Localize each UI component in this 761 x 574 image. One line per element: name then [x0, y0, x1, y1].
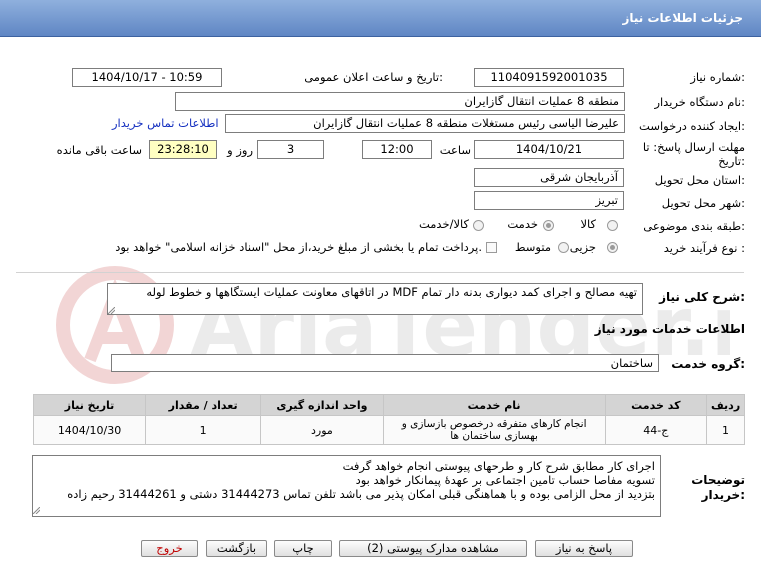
category-label: طبقه بندی موضوعی: — [643, 219, 745, 233]
page-header: جزئیات اطلاعات نیاز — [0, 0, 761, 37]
category-radio-goods[interactable] — [607, 220, 618, 231]
deadline-label-2: تاریخ: — [718, 154, 745, 168]
deadline-date-field: 1404/10/21 — [474, 140, 624, 159]
cell-code: ج-44 — [604, 415, 708, 445]
category-option-goods-service: کالا/خدمت — [418, 217, 469, 231]
exit-button[interactable]: خروج — [141, 540, 198, 557]
buyer-notes-textarea[interactable]: اجرای کار مطابق شرح کار و طرحهای پیوستی … — [32, 455, 661, 517]
deadline-time-field: 12:00 — [362, 140, 432, 159]
divider — [16, 272, 744, 273]
announce-label: تاریخ و ساعت اعلان عمومی: — [304, 70, 443, 84]
cell-qty: 1 — [145, 415, 262, 445]
table-row: 1 ج-44 انجام کارهای متفرقه درخصوص بازساز… — [32, 415, 745, 445]
need-number-field: 1104091592001035 — [474, 68, 624, 87]
col-header-name: نام خدمت — [382, 394, 606, 416]
category-radio-service[interactable] — [543, 220, 554, 231]
process-option-minor: جزیی — [569, 240, 596, 254]
buyer-notes-line: بتزدید از محل الزامی بوده و با هماهنگی ق… — [67, 487, 655, 501]
city-label: شهر محل تحویل: — [661, 196, 745, 210]
cell-date: 1404/10/30 — [32, 415, 147, 445]
province-label: استان محل تحویل: — [654, 173, 745, 187]
service-group-label: گروه خدمت: — [671, 357, 745, 371]
resize-grip-icon[interactable] — [33, 507, 40, 514]
print-button[interactable]: چاپ — [274, 540, 332, 557]
col-header-unit: واحد اندازه گیری — [260, 394, 384, 416]
remaining-label: ساعت باقی مانده — [56, 143, 142, 157]
city-field: تبریز — [474, 191, 624, 210]
treasury-checkbox[interactable] — [486, 242, 497, 253]
buyer-notes-label-2: خریدار: — [701, 488, 745, 502]
creator-field: علیرضا الیاسی رئیس مستغلات منطقه 8 عملیا… — [225, 114, 625, 133]
remaining-time-field: 23:28:10 — [149, 140, 217, 159]
col-header-qty: تعداد / مقدار — [145, 394, 262, 416]
need-number-label: شماره نیاز: — [690, 70, 745, 84]
buyer-notes-line: اجرای کار مطابق شرح کار و طرحهای پیوستی … — [342, 459, 655, 473]
cell-row: 1 — [706, 415, 745, 445]
deadline-time-label: ساعت — [439, 143, 471, 157]
buyer-org-field: منطقه 8 عملیات انتقال گازایران — [175, 92, 625, 111]
reply-button[interactable]: پاسخ به نیاز — [535, 540, 633, 557]
deadline-label: مهلت ارسال پاسخ: تا — [642, 140, 745, 154]
buyer-notes-line: تسویه مفاصا حساب تامین اجتماعی بر عهدهٔ … — [355, 473, 655, 487]
process-radio-minor[interactable] — [607, 242, 618, 253]
announce-field: 1404/10/17 - 10:59 — [72, 68, 222, 87]
services-title: اطلاعات خدمات مورد نیاز — [594, 322, 745, 336]
col-header-code: کد خدمت — [604, 394, 708, 416]
category-option-service: خدمت — [507, 217, 538, 231]
process-label: نوع فرآیند خرید : — [663, 241, 745, 255]
days-label: روز و — [227, 143, 253, 157]
view-attachments-button[interactable]: مشاهده مدارک پیوستی (2) — [339, 540, 527, 557]
buyer-notes-label: توضیحات — [691, 473, 745, 487]
process-radio-medium[interactable] — [558, 242, 569, 253]
process-option-medium: متوسط — [514, 240, 551, 254]
province-field: آذربایجان شرقی — [474, 168, 624, 187]
table-header-row: ردیف کد خدمت نام خدمت واحد اندازه گیری ت… — [32, 394, 745, 416]
days-field: 3 — [257, 140, 324, 159]
buyer-contact-link[interactable]: اطلاعات تماس خریدار — [112, 116, 219, 130]
service-group-field: ساختمان — [111, 354, 659, 372]
cell-unit: مورد — [260, 415, 384, 445]
cell-name: انجام کارهای متفرقه درخصوص بازسازی و بهس… — [382, 415, 606, 445]
payment-note: پرداخت تمام یا بخشی از مبلغ خرید،از محل … — [115, 240, 482, 254]
back-button[interactable]: بازگشت — [206, 540, 267, 557]
category-radio-goods-service[interactable] — [473, 220, 484, 231]
services-table: ردیف کد خدمت نام خدمت واحد اندازه گیری ت… — [32, 394, 745, 445]
resize-grip-icon[interactable] — [108, 307, 115, 314]
col-header-row: ردیف — [706, 394, 745, 416]
col-header-date: تاریخ نیاز — [32, 394, 147, 416]
buyer-org-label: نام دستگاه خریدار: — [654, 95, 745, 109]
creator-label: ایجاد کننده درخواست: — [639, 119, 745, 133]
description-text: تهیه مصالح و اجرای کمد دیواری بدنه دار ت… — [146, 285, 637, 299]
page-title: جزئیات اطلاعات نیاز — [622, 11, 743, 25]
description-textarea[interactable]: تهیه مصالح و اجرای کمد دیواری بدنه دار ت… — [107, 283, 643, 315]
category-option-goods: کالا — [580, 217, 596, 231]
description-label: شرح کلی نیاز: — [659, 290, 745, 304]
